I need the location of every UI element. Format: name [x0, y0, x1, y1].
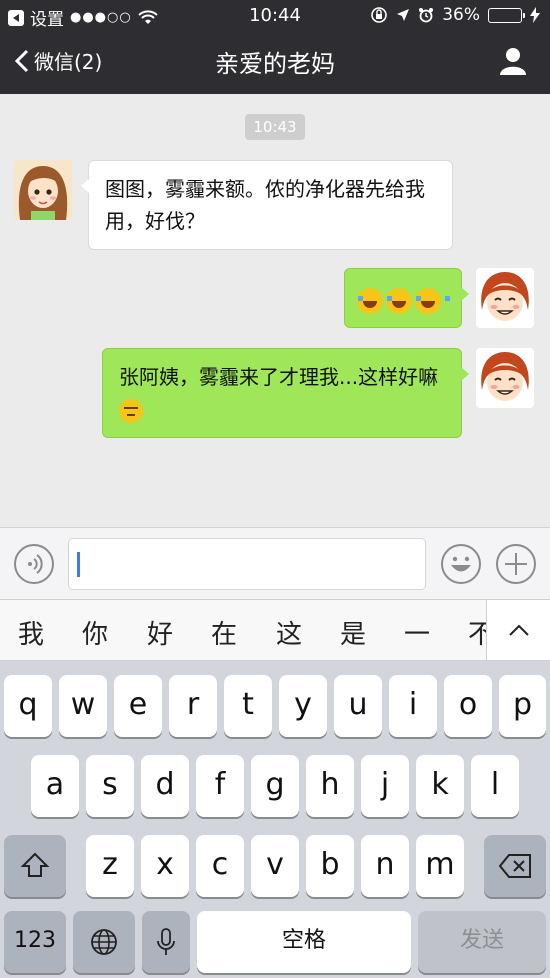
location-icon	[397, 9, 410, 21]
globe-key[interactable]	[73, 911, 135, 973]
emoji-button[interactable]	[441, 544, 481, 584]
key-i[interactable]: i	[389, 675, 437, 737]
chat-area[interactable]: 10:43 图图，雾霾来额。侬的净化器先给我用，好伐？ 张阿姨，雾霾来了才理我.…	[0, 94, 550, 527]
avatar-redhead-image	[476, 348, 534, 408]
candidate-word[interactable]: 你	[82, 614, 108, 651]
battery-percent: 36%	[442, 5, 480, 25]
key-y[interactable]: y	[279, 675, 327, 737]
microphone-icon	[157, 928, 175, 955]
key-h[interactable]: h	[306, 755, 354, 817]
key-c[interactable]: c	[196, 835, 244, 897]
key-x[interactable]: x	[141, 835, 189, 897]
shift-icon	[20, 852, 50, 877]
key-r[interactable]: r	[169, 675, 217, 737]
key-q[interactable]: q	[4, 675, 52, 737]
send-key[interactable]: 发送	[418, 911, 546, 973]
key-m[interactable]: m	[416, 835, 464, 897]
plus-icon	[505, 553, 527, 575]
text-caret	[77, 552, 80, 577]
charging-icon	[530, 7, 540, 23]
message-text: 张阿姨，雾霾来了才理我...这样好嘛	[119, 365, 439, 389]
avatar-contact[interactable]	[14, 160, 72, 220]
space-key[interactable]: 空格	[197, 911, 411, 973]
message-input-bar	[0, 527, 550, 599]
candidate-word[interactable]: 这	[276, 614, 302, 651]
avatar-redhead-image	[476, 268, 534, 328]
message-bubble-outgoing[interactable]: 张阿姨，雾霾来了才理我...这样好嘛	[102, 348, 469, 438]
emoji-icon	[451, 556, 471, 572]
key-a[interactable]: a	[31, 755, 79, 817]
key-w[interactable]: w	[59, 675, 107, 737]
globe-icon	[91, 929, 117, 955]
numbers-key[interactable]: 123	[4, 911, 66, 973]
avatar-self[interactable]	[476, 268, 534, 328]
shift-key[interactable]	[4, 835, 66, 897]
key-f[interactable]: f	[196, 755, 244, 817]
alarm-icon	[419, 8, 434, 23]
chevron-up-icon	[508, 624, 529, 636]
voice-icon	[28, 554, 43, 574]
more-plus-button[interactable]	[496, 544, 536, 584]
key-e[interactable]: e	[114, 675, 162, 737]
message-text: 图图，雾霾来额。侬的净化器先给我用，好伐？	[105, 177, 425, 233]
key-k[interactable]: k	[416, 755, 464, 817]
key-u[interactable]: u	[334, 675, 382, 737]
tears-of-joy-emoji-icon	[386, 287, 421, 314]
key-l[interactable]: l	[471, 755, 519, 817]
key-d[interactable]: d	[141, 755, 189, 817]
key-t[interactable]: t	[224, 675, 272, 737]
key-p[interactable]: p	[499, 675, 546, 737]
candidate-word[interactable]: 是	[340, 614, 366, 651]
profile-icon[interactable]	[498, 46, 528, 76]
tears-of-joy-emoji-icon	[415, 287, 450, 314]
candidate-word[interactable]: 一	[404, 614, 430, 651]
nav-bar: 微信(2) 亲爱的老妈	[0, 30, 550, 94]
voice-button[interactable]	[14, 544, 54, 584]
battery-icon	[488, 7, 525, 23]
unamused-face-emoji-icon	[119, 398, 143, 423]
avatar-girl-image	[14, 160, 72, 220]
avatar-self[interactable]	[476, 348, 534, 408]
key-s[interactable]: s	[86, 755, 134, 817]
ime-candidate-bar: 我 你 好 在 这 是 一 不	[0, 599, 550, 661]
rotation-lock-icon	[371, 7, 388, 23]
backspace-key[interactable]	[484, 835, 546, 897]
key-o[interactable]: o	[444, 675, 492, 737]
backspace-icon	[498, 854, 531, 878]
message-bubble-incoming[interactable]: 图图，雾霾来额。侬的净化器先给我用，好伐？	[81, 160, 453, 250]
status-bar: 设置 ●●●○○ 10:44 36%	[0, 0, 550, 30]
candidate-word[interactable]: 好	[147, 614, 173, 651]
candidate-word[interactable]: 我	[18, 614, 44, 651]
candidate-expand-button[interactable]	[486, 600, 550, 660]
message-bubble-outgoing[interactable]	[344, 268, 469, 328]
message-input[interactable]	[68, 538, 426, 590]
message-timestamp: 10:43	[245, 114, 305, 140]
tears-of-joy-emoji-icon	[357, 287, 392, 314]
page-title: 亲爱的老妈	[215, 50, 335, 78]
key-j[interactable]: j	[361, 755, 409, 817]
key-b[interactable]: b	[306, 835, 354, 897]
dictation-key[interactable]	[142, 911, 190, 973]
candidate-word[interactable]: 在	[211, 614, 237, 651]
keyboard: q w e r t y u i o p a s d f g h j k l z …	[0, 661, 550, 978]
key-g[interactable]: g	[251, 755, 299, 817]
key-n[interactable]: n	[361, 835, 409, 897]
key-z[interactable]: z	[86, 835, 134, 897]
top-bar: 设置 ●●●○○ 10:44 36% 微信(2) 亲爱的老妈	[0, 0, 550, 94]
key-v[interactable]: v	[251, 835, 299, 897]
